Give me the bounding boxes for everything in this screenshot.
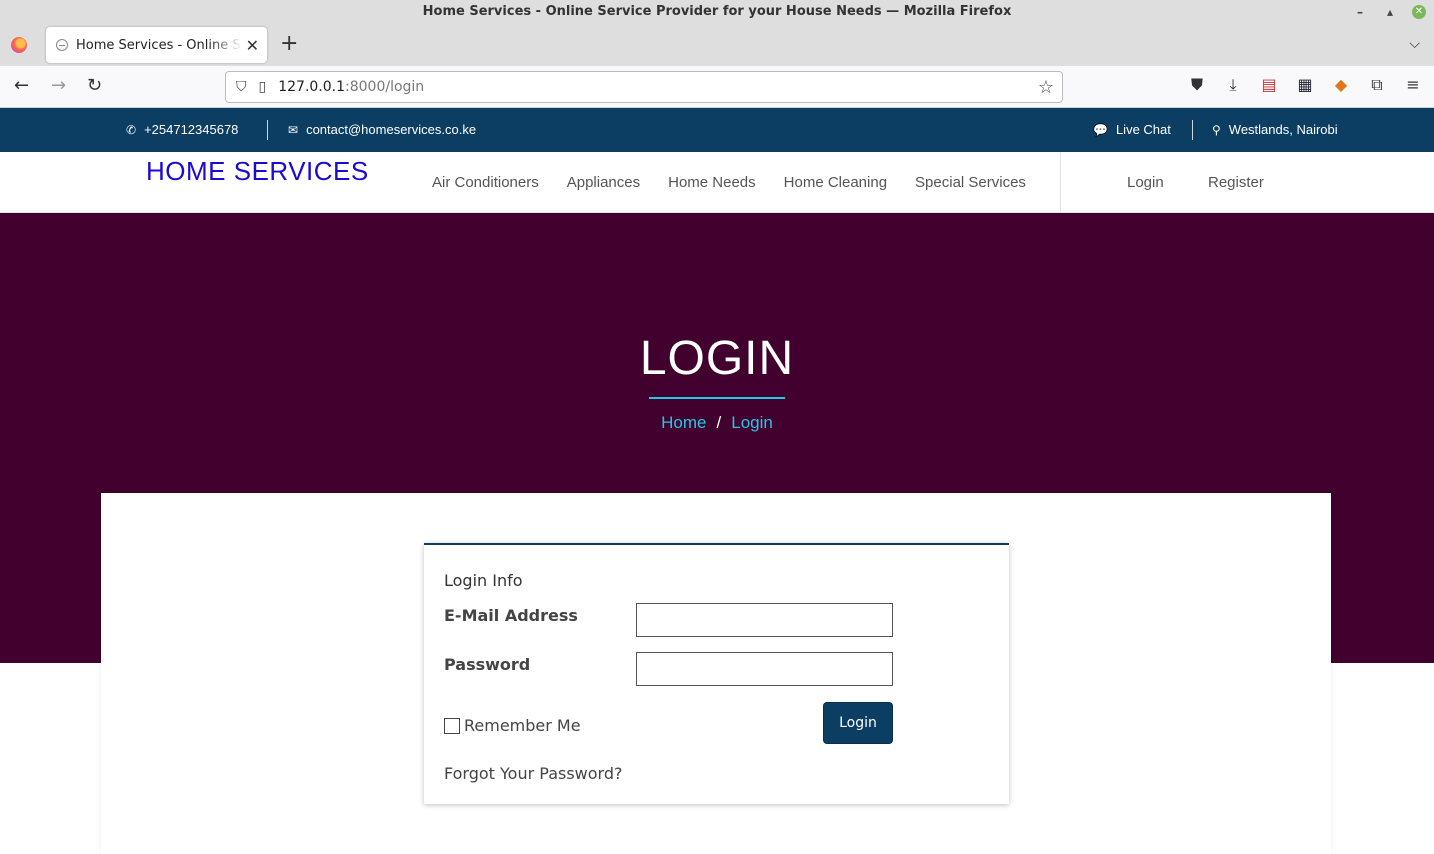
reload-icon[interactable]: ↻ — [87, 76, 102, 96]
map-marker-icon: ⚲ — [1212, 123, 1221, 137]
menu-divider — [1060, 152, 1061, 212]
password-label: Password — [444, 655, 531, 674]
menu-item-home-cleaning[interactable]: Home Cleaning — [784, 174, 887, 191]
forward-icon[interactable]: → — [51, 76, 66, 96]
download-icon[interactable]: ⤓ — [1224, 75, 1242, 95]
phone-number: +254712345678 — [144, 122, 239, 137]
chat-bubble-icon: 💬 — [1093, 123, 1108, 137]
extension-calendar-icon[interactable]: ▤ — [1260, 75, 1278, 95]
title-underline — [649, 397, 785, 399]
firefox-icon[interactable] — [11, 37, 27, 53]
email-contact[interactable]: ✉ contact@homeservices.co.ke — [288, 108, 476, 152]
tab-title: Home Services - Online Service Provider … — [76, 37, 242, 53]
window-title: Home Services - Online Service Provider … — [422, 4, 1012, 19]
bookmark-star-icon[interactable]: ☆ — [1038, 77, 1054, 98]
login-form: Login Info E-Mail Address Password Remem… — [424, 543, 1009, 804]
site-topbar: ✆ +254712345678 ✉ contact@homeservices.c… — [0, 108, 1434, 152]
main-menu: Air Conditioners Appliances Home Needs H… — [432, 174, 1026, 191]
window-titlebar: Home Services - Online Service Provider … — [0, 0, 1434, 24]
email-label: E-Mail Address — [444, 606, 578, 625]
menu-item-air-conditioners[interactable]: Air Conditioners — [432, 174, 539, 191]
topbar-divider — [1192, 120, 1193, 140]
breadcrumb-home-link[interactable]: Home — [661, 413, 706, 432]
extension-qr-icon[interactable]: ▦ — [1296, 75, 1314, 95]
location-link[interactable]: ⚲ Westlands, Nairobi — [1212, 108, 1338, 152]
menu-item-appliances[interactable]: Appliances — [567, 174, 640, 191]
login-button[interactable]: Login — [824, 703, 892, 743]
shield-icon[interactable]: ⛉ — [236, 79, 247, 95]
new-tab-icon[interactable]: + — [280, 33, 298, 55]
browser-toolbar: ← → ↻ ⛉ ▯ 127.0.0.1:8000/login ☆ ⛊ ⤓ ▤ ▦… — [0, 66, 1434, 108]
topbar-divider — [267, 120, 268, 140]
browser-tab[interactable]: Home Services - Online Service Provider … — [46, 27, 267, 63]
forgot-password-link[interactable]: Forgot Your Password? — [444, 764, 623, 783]
login-link[interactable]: Login — [1127, 174, 1164, 191]
url-bar[interactable]: ⛉ ▯ 127.0.0.1:8000/login ☆ — [225, 71, 1063, 103]
tab-bar: Home Services - Online Service Provider … — [0, 24, 1434, 66]
pocket-icon[interactable]: ⛊ — [1188, 75, 1206, 95]
chevron-down-icon[interactable]: ⌵ — [1409, 36, 1420, 52]
breadcrumb-current: Login — [731, 413, 773, 432]
remember-me-label: Remember Me — [464, 716, 581, 735]
close-window-icon[interactable]: ✕ — [1412, 5, 1426, 19]
minimize-icon[interactable]: – — [1352, 4, 1368, 20]
phone-icon: ✆ — [126, 123, 137, 137]
page-icon: ▯ — [258, 79, 267, 95]
remember-me-checkbox[interactable] — [444, 717, 460, 734]
site-header: HOME SERVICES Air Conditioners Appliance… — [0, 152, 1434, 213]
page-title: LOGIN — [639, 332, 795, 385]
close-tab-icon[interactable]: ✕ — [246, 36, 259, 55]
register-link[interactable]: Register — [1208, 174, 1264, 191]
back-icon[interactable]: ← — [14, 76, 29, 96]
breadcrumb-separator: / — [716, 413, 722, 432]
envelope-icon: ✉ — [288, 123, 299, 137]
extensions-puzzle-icon[interactable]: ⧉ — [1368, 75, 1386, 95]
breadcrumb: Home / Login — [0, 413, 1434, 433]
login-form-title: Login Info — [444, 571, 523, 590]
globe-icon — [56, 39, 68, 51]
remember-me[interactable]: Remember Me — [444, 716, 581, 735]
live-chat-label: Live Chat — [1115, 122, 1171, 137]
email-field[interactable] — [636, 603, 893, 637]
phone-contact[interactable]: ✆ +254712345678 — [126, 108, 238, 152]
menu-item-home-needs[interactable]: Home Needs — [668, 174, 756, 191]
url-path: :8000/login — [345, 79, 425, 95]
menu-item-special-services[interactable]: Special Services — [915, 174, 1026, 191]
brand-logo[interactable]: HOME SERVICES — [146, 156, 369, 187]
password-field[interactable] — [636, 652, 893, 686]
maximize-icon[interactable]: ▴ — [1382, 4, 1398, 20]
live-chat-link[interactable]: 💬 Live Chat — [1093, 108, 1171, 152]
metamask-fox-icon[interactable]: ◆ — [1332, 75, 1350, 95]
location-label: Westlands, Nairobi — [1228, 122, 1338, 137]
url-host: 127.0.0.1 — [278, 79, 346, 95]
email-address: contact@homeservices.co.ke — [306, 122, 477, 137]
hamburger-menu-icon[interactable]: ≡ — [1404, 75, 1422, 95]
